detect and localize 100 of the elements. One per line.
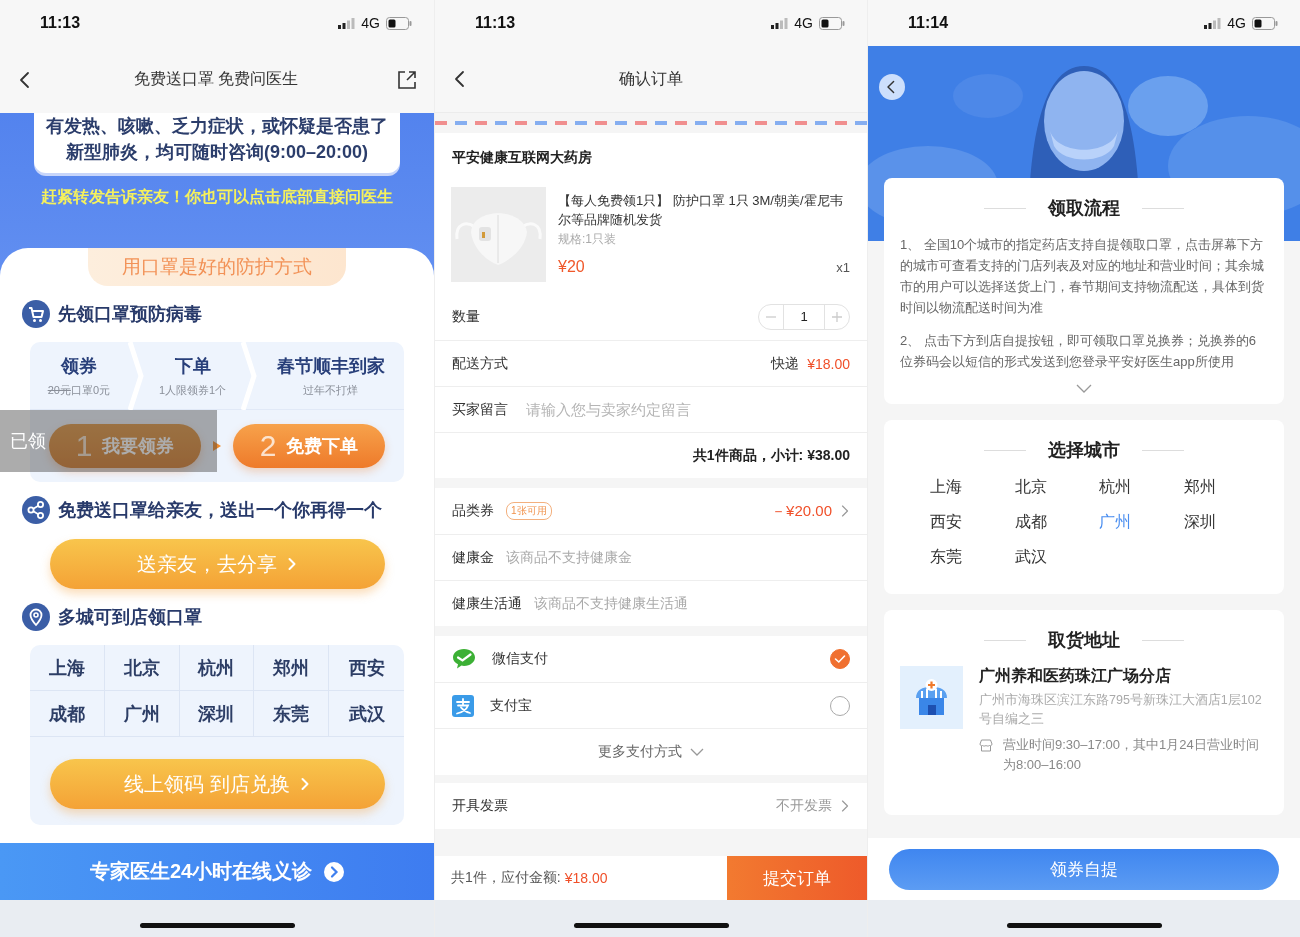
chevron-right-icon[interactable]	[840, 503, 850, 519]
product-price: ¥20	[558, 258, 585, 276]
store-name: 平安健康互联网大药房	[451, 148, 593, 167]
city-option[interactable]: 广州	[104, 691, 180, 737]
network-label: 4G	[361, 15, 380, 31]
network-label: 4G	[794, 15, 813, 31]
radio-button[interactable]	[830, 649, 850, 669]
card-title: 领取流程	[1048, 197, 1120, 220]
total-amount: ¥18.00	[564, 870, 608, 886]
claimed-label: 已领	[10, 430, 46, 453]
city-option[interactable]: 西安	[329, 645, 404, 691]
home-indicator[interactable]	[139, 923, 295, 928]
message-field[interactable]: 请输入您与卖家约定留言	[520, 401, 850, 418]
payment-method-label: 支付宝	[490, 696, 532, 715]
city-option[interactable]: 北京	[104, 645, 180, 691]
section-title: 多城可到店领口罩	[58, 606, 202, 629]
battery-icon	[1252, 16, 1278, 30]
row-label: 数量	[452, 308, 480, 326]
delivery-fee: ¥18.00	[807, 355, 850, 372]
city-option[interactable]: 武汉	[1014, 546, 1099, 568]
step-title: 领券	[60, 354, 97, 378]
network-label: 4G	[1227, 15, 1246, 31]
notice-text: 有发热、咳嗽、乏力症状，或怀疑是否患了	[45, 115, 389, 138]
city-option[interactable]: 上海	[930, 476, 1015, 498]
chevron-down-icon	[690, 747, 704, 757]
slogan-banner: 用口罩是好的防护方式	[88, 248, 346, 286]
location-pin-icon	[22, 603, 50, 631]
city-option[interactable]: 杭州	[1099, 476, 1184, 498]
city-option[interactable]: 北京	[1014, 476, 1099, 498]
step-title: 春节顺丰到家	[276, 354, 385, 378]
clock-time: 11:13	[40, 14, 81, 32]
battery-icon	[386, 16, 412, 30]
step-title: 下单	[174, 354, 211, 378]
subtotal-text: 共1件商品，小计: ¥38.00	[692, 446, 850, 465]
card-title: 取货地址	[1048, 629, 1120, 652]
share-icon	[22, 496, 50, 524]
chevron-right-icon	[287, 556, 297, 572]
step-divider-icon	[241, 342, 258, 410]
product-title: 【每人免费领1只】 防护口罩 1只 3M/朝美/霍尼韦尔等品牌随机发货	[558, 192, 844, 229]
home-indicator[interactable]	[1006, 923, 1162, 928]
home-indicator[interactable]	[573, 923, 729, 928]
plus-icon[interactable]	[831, 311, 843, 323]
coupon-count-badge: 1张可用	[506, 502, 552, 520]
pharmacy-store-icon	[900, 666, 963, 729]
row-note: 该商品不支持健康金	[506, 548, 632, 567]
row-label: 开具发票	[452, 797, 508, 815]
city-option[interactable]: 深圳	[179, 691, 255, 737]
city-option[interactable]: 杭州	[179, 645, 255, 691]
page-title: 免费送口罩 免费问医生	[132, 69, 300, 89]
chevron-right-icon	[299, 776, 310, 792]
product-quantity: x1	[836, 259, 850, 275]
page-title: 确认订单	[618, 68, 684, 89]
chevron-right-icon[interactable]	[840, 798, 850, 814]
quantity-value: 1	[783, 305, 825, 329]
total-label: 共1件，应付金额:	[451, 869, 561, 887]
signal-icon	[1204, 17, 1222, 29]
store-address: 广州市海珠区滨江东路795号新珠江大酒店1层102号自编之三	[979, 692, 1263, 728]
more-payments-link[interactable]: 更多支付方式	[598, 743, 704, 761]
row-label: 健康金	[452, 548, 494, 567]
city-option[interactable]: 西安	[930, 511, 1015, 533]
store-name: 广州养和医药珠江广场分店	[979, 666, 1172, 686]
city-option[interactable]: 武汉	[329, 691, 404, 737]
signal-icon	[771, 17, 789, 29]
payment-app-icon	[452, 694, 474, 717]
notice-text: 新型肺炎，均可随时咨询(9:00–20:00)	[64, 141, 370, 164]
city-option[interactable]: 东莞	[930, 546, 1015, 568]
city-option[interactable]: 东莞	[254, 691, 330, 737]
discount-amount: －¥20.00	[771, 501, 832, 521]
instruction-text: 1、 全国10个城市的指定药店支持自提领取口罩，点击屏幕下方的城市可查看支持的门店列表及对应的地址和营业时间；其余城市的用户可以选择送货上门，春节期间支持物流配送，具体到货时间以物流配送时间为准	[900, 236, 1265, 317]
triangle-icon	[213, 441, 221, 451]
share-tip: 赶紧转发告诉亲友！你也可以点击底部直接问医生	[40, 187, 394, 207]
step-caption: 过年不打烊	[303, 382, 359, 398]
step-caption: 20元口罩0元	[47, 382, 111, 398]
clock-time: 11:13	[475, 14, 516, 32]
city-option[interactable]: 成都	[1014, 511, 1099, 533]
chevron-down-icon[interactable]	[1076, 384, 1092, 394]
step-caption: 1人限领券1个	[158, 382, 227, 398]
storefront-icon	[979, 739, 993, 752]
city-option[interactable]: 深圳	[1183, 511, 1268, 533]
opening-hours: 营业时间9:30–17:00，其中1月24日营业时间为8:00–16:00	[1003, 736, 1260, 774]
row-label: 健康生活通	[452, 594, 522, 613]
card-title: 选择城市	[1048, 439, 1120, 462]
row-label: 配送方式	[452, 354, 508, 373]
city-option[interactable]: 上海	[30, 645, 105, 691]
cart-icon	[22, 300, 50, 328]
section-title: 先领口罩预防病毒	[58, 303, 202, 326]
city-option[interactable]: 成都	[30, 691, 105, 737]
battery-icon	[819, 16, 845, 30]
checkmark-icon	[834, 654, 846, 664]
signal-icon	[338, 17, 356, 29]
instruction-text: 2、 点击下方到店自提按钮，即可领取口罩兑换券；兑换券的6位券码会以短信的形式发送到您登录平安好医生app所使用	[900, 332, 1258, 371]
payment-method-label: 微信支付	[492, 650, 548, 668]
city-option[interactable]: 郑州	[254, 645, 330, 691]
step-divider-icon	[127, 342, 144, 410]
row-note: 该商品不支持健康生活通	[534, 594, 688, 613]
row-label: 品类券	[452, 502, 494, 520]
external-link-icon[interactable]	[396, 68, 418, 91]
city-option[interactable]: 郑州	[1183, 476, 1268, 498]
row-label: 买家留言	[452, 400, 508, 419]
clock-time: 11:14	[908, 14, 949, 32]
